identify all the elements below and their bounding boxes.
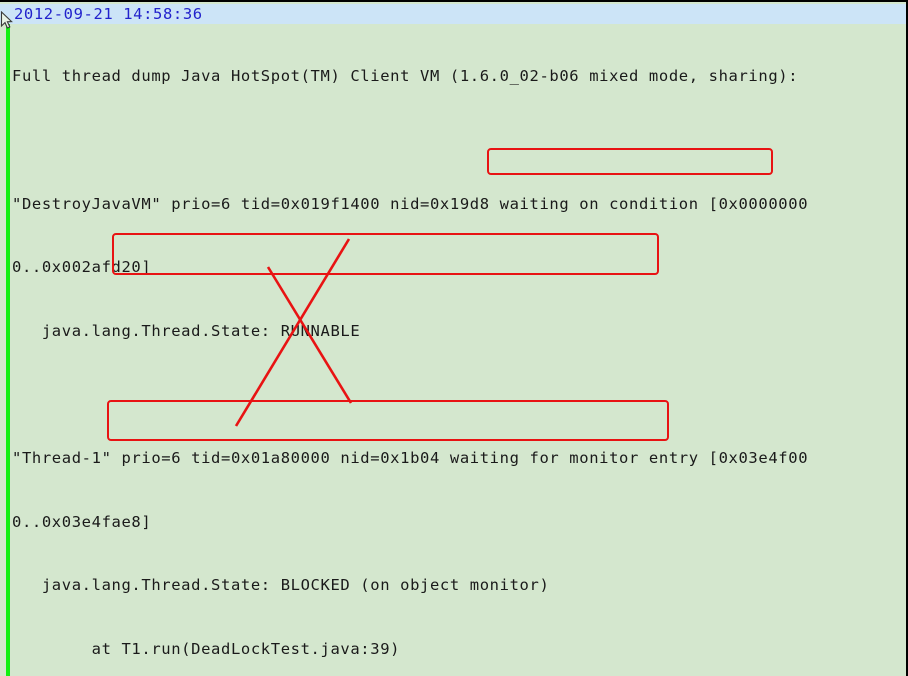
thread-dump-console[interactable]: 2012-09-21 14:58:36 Full thread dump Jav…: [0, 0, 908, 676]
thread-dump-text: Full thread dump Java HotSpot(TM) Client…: [12, 24, 906, 676]
dump-line: [12, 384, 906, 405]
left-green-gutter-bar: [6, 4, 10, 676]
dump-line: java.lang.Thread.State: RUNNABLE: [12, 321, 361, 340]
dump-line: java.lang.Thread.State: BLOCKED (on obje…: [12, 576, 550, 595]
dump-line: "DestroyJavaVM" prio=6 tid=0x019f1400 ni…: [12, 194, 809, 213]
dump-line: [12, 130, 906, 151]
dump-line: 0..0x002afd20]: [12, 258, 152, 277]
dump-line: at T1.run(DeadLockTest.java:39): [12, 639, 401, 658]
dump-line: Full thread dump Java HotSpot(TM) Client…: [12, 67, 799, 86]
timestamp-label: 2012-09-21 14:58:36: [14, 5, 203, 23]
dump-line: "Thread-1" prio=6 tid=0x01a80000 nid=0x1…: [12, 448, 809, 467]
dump-line: 0..0x03e4fae8]: [12, 512, 152, 531]
